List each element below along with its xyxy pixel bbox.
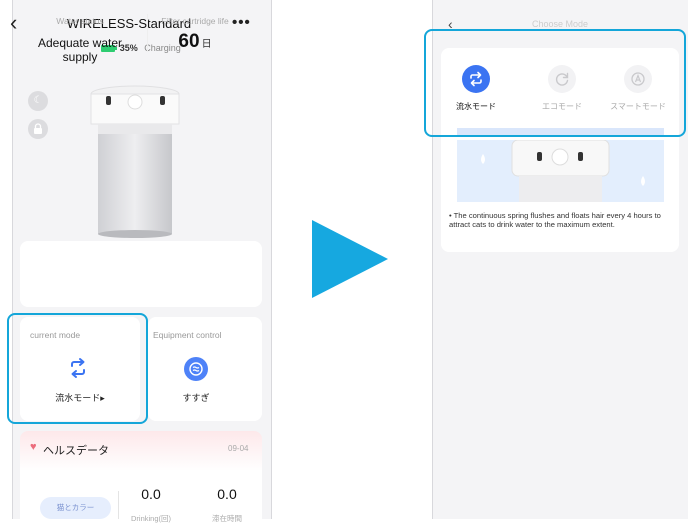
play-arrow-icon: [312, 220, 388, 298]
drinking-count-value: 0.0: [141, 486, 161, 502]
flow-mode-preview-image: [457, 140, 664, 202]
filter-life-label: Filter cartridge life: [161, 16, 229, 26]
fountain-image: [90, 85, 180, 238]
cat-color-button[interactable]: 猫とカラー: [40, 497, 111, 519]
filter-life-unit: 日: [201, 39, 212, 50]
rinse-label[interactable]: すすぎ: [142, 391, 250, 404]
mode-selection-highlight-box: [424, 29, 686, 137]
heart-icon: ♥: [30, 441, 37, 453]
night-mode-button[interactable]: ☾: [28, 91, 48, 111]
water-status-label: Water status: [56, 16, 104, 26]
equipment-control-label: Equipment control: [153, 330, 222, 340]
mode-screen-title: Choose Mode: [531, 19, 589, 29]
water-status-card: [20, 241, 262, 307]
stay-time-value: 0.0: [217, 486, 237, 502]
rinse-icon: [189, 362, 203, 376]
health-data-date: 09-04: [228, 444, 249, 453]
health-divider: [118, 491, 119, 519]
mode-description-text: The continuous spring flushes and floats…: [449, 211, 661, 229]
fountain-preview-icon: [481, 140, 645, 202]
filter-life-value: 60: [178, 31, 200, 52]
filter-life-value-group: 60 日: [136, 31, 254, 53]
lock-icon: [34, 123, 42, 134]
rinse-button[interactable]: [184, 357, 208, 381]
health-data-title: ヘルスデータ: [43, 445, 109, 457]
mode-description: • The continuous spring flushes and floa…: [449, 211, 661, 229]
current-mode-highlight-box: [7, 313, 148, 424]
water-status-value: Adequate water supply: [37, 36, 123, 64]
lock-button[interactable]: [28, 119, 48, 139]
moon-icon: ☾: [33, 95, 43, 106]
